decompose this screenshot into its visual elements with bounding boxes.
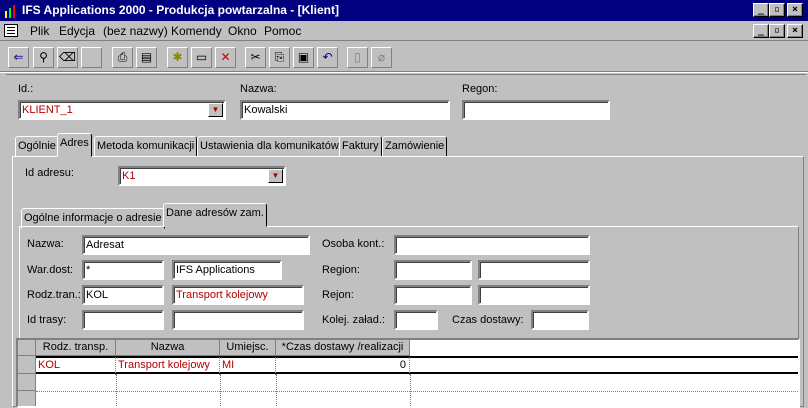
app-icon	[4, 4, 16, 18]
child-minimize-icon[interactable]: _	[753, 24, 769, 38]
trasa-label: Id trasy:	[27, 314, 67, 326]
cut-icon[interactable]: ✂	[245, 47, 266, 68]
col-divider	[276, 374, 277, 406]
row-header[interactable]	[18, 391, 36, 406]
table-corner	[18, 340, 36, 356]
cell-umiejsc[interactable]: MI	[220, 357, 276, 375]
cell-rodz[interactable]: KOL	[36, 357, 116, 375]
col-header-czas[interactable]: *Czas dostawy /realizacji	[276, 340, 410, 356]
tab-adres[interactable]: Adres	[57, 133, 92, 157]
address-id-select[interactable]: K1 ▼	[118, 166, 286, 186]
transport-table: Rodz. transp. Nazwa Umiejsc. *Czas dosta…	[16, 338, 800, 408]
kolej-label: Kolej. załad.:	[322, 314, 385, 326]
new-icon[interactable]: ✱	[167, 47, 188, 68]
undo-icon[interactable]: ↶	[317, 47, 338, 68]
cell-nazwa[interactable]: Transport kolejowy	[116, 357, 220, 375]
copy-icon[interactable]: ⎘	[269, 47, 290, 68]
war-dost-label: War.dost:	[27, 264, 74, 276]
trasa-a-field[interactable]	[82, 310, 164, 330]
window-title: IFS Applications 2000 - Produkcja powtar…	[22, 3, 339, 17]
paste-icon[interactable]: ▣	[293, 47, 314, 68]
menu-pomoc[interactable]: Pomoc	[264, 24, 301, 38]
dane-adresow-panel: Nazwa: Adresat Osoba kont.: War.dost: * …	[16, 226, 800, 408]
col-divider	[410, 374, 411, 406]
menu-bar: Plik Edycja (bez nazwy) Komendy Okno Pom…	[0, 21, 808, 41]
child-restore-icon[interactable]: ▫	[769, 24, 785, 38]
id-select[interactable]: KLIENT_1 ▼	[18, 100, 226, 120]
rejon-a-field[interactable]	[394, 285, 472, 305]
rodz-tran-desc-field[interactable]: Transport kolejowy	[172, 285, 304, 305]
name-label: Nazwa:	[240, 83, 277, 95]
col-header-rodz[interactable]: Rodz. transp.	[36, 340, 116, 356]
delete-icon[interactable]: ✕	[215, 47, 236, 68]
minimize-icon[interactable]: _	[753, 3, 769, 17]
tab-zamowienie[interactable]: Zamówienie	[382, 136, 448, 157]
row-header[interactable]	[18, 356, 36, 374]
col-header-nazwa[interactable]: Nazwa	[116, 340, 220, 356]
open-window-icon[interactable]: ▭	[191, 47, 212, 68]
subtab-dane-adresow[interactable]: Dane adresów zam.	[163, 203, 267, 227]
print-preview-icon[interactable]: ▤	[136, 47, 157, 68]
empty-row[interactable]	[36, 391, 798, 392]
attachment-icon[interactable]: ⌀	[371, 47, 392, 68]
col-divider	[116, 374, 117, 406]
row-header[interactable]	[18, 374, 36, 391]
osoba-field[interactable]	[394, 235, 590, 255]
menu-edycja[interactable]: Edycja	[59, 24, 95, 38]
document-menu-icon[interactable]	[4, 24, 18, 37]
eraser-icon[interactable]: ⌫	[57, 47, 78, 68]
region-b-field[interactable]	[478, 260, 590, 280]
nazwa-label: Nazwa:	[27, 238, 64, 250]
binoculars-icon[interactable]: ⚲	[33, 47, 54, 68]
region-label: Regon:	[462, 83, 498, 95]
col-divider	[220, 374, 221, 406]
address-id-label: Id adresu:	[25, 167, 74, 179]
rejon-label: Rejon:	[322, 289, 354, 301]
name-field[interactable]: Kowalski	[240, 100, 450, 120]
back-arrow-icon[interactable]: ⇐	[8, 47, 29, 68]
close-icon[interactable]: ×	[787, 3, 803, 17]
main-content: Id.: KLIENT_1 ▼ Nazwa: Kowalski Regon: Og…	[6, 74, 806, 408]
cell-czas[interactable]: 0	[276, 357, 410, 375]
menu-plik[interactable]: Plik	[30, 24, 49, 38]
restore-icon[interactable]: ▫	[769, 3, 785, 17]
name-value: Kowalski	[244, 104, 288, 116]
tab-ustawienia[interactable]: Ustawienia dla komunikatów	[197, 136, 342, 157]
tab-faktury[interactable]: Faktury	[339, 136, 382, 157]
war-dost-code-field[interactable]: *	[82, 260, 164, 280]
blank-icon[interactable]	[81, 47, 102, 68]
rodz-tran-label: Rodz.tran.:	[27, 289, 81, 301]
region-a-field[interactable]	[394, 260, 472, 280]
region-field[interactable]	[462, 100, 610, 120]
table-row[interactable]: KOL Transport kolejowy MI 0	[36, 356, 798, 375]
document-icon[interactable]: ▯	[347, 47, 368, 68]
kolej-field[interactable]	[394, 310, 438, 330]
col-header-umiejsc[interactable]: Umiejsc.	[220, 340, 276, 356]
child-close-icon[interactable]: ×	[787, 24, 803, 38]
osoba-label: Osoba kont.:	[322, 238, 385, 250]
menu-komendy[interactable]: Komendy	[171, 24, 222, 38]
trasa-b-field[interactable]	[172, 310, 304, 330]
rodz-tran-code-field[interactable]: KOL	[82, 285, 164, 305]
id-label: Id.:	[18, 83, 34, 95]
menu-okno[interactable]: Okno	[228, 24, 257, 38]
region-form-label: Region:	[322, 264, 360, 276]
war-dost-desc-field[interactable]: IFS Applications	[172, 260, 282, 280]
print-icon[interactable]: ⎙	[112, 47, 133, 68]
czas-dostawy-label: Czas dostawy:	[452, 314, 524, 326]
czas-dostawy-field[interactable]	[531, 310, 589, 330]
chevron-down-icon[interactable]: ▼	[268, 169, 283, 183]
title-bar: IFS Applications 2000 - Produkcja powtar…	[0, 0, 808, 21]
id-value: KLIENT_1	[22, 104, 73, 116]
tab-metoda-komunikacji[interactable]: Metoda komunikacji	[94, 136, 198, 157]
toolbar: ⇐ ⚲ ⌫ ⎙ ▤ ✱ ▭ ✕ ✂ ⎘ ▣ ↶ ▯ ⌀	[0, 42, 808, 72]
rejon-b-field[interactable]	[478, 285, 590, 305]
chevron-down-icon[interactable]: ▼	[208, 103, 223, 117]
tab-ogolnie[interactable]: Ogólnie	[15, 136, 59, 157]
adres-panel: Id adresu: K1 ▼ Ogólne informacje o adres…	[12, 156, 804, 408]
nazwa-field[interactable]: Adresat	[82, 235, 310, 255]
col-header-empty	[410, 340, 798, 356]
menu-bez-nazwy[interactable]: (bez nazwy)	[103, 24, 168, 38]
